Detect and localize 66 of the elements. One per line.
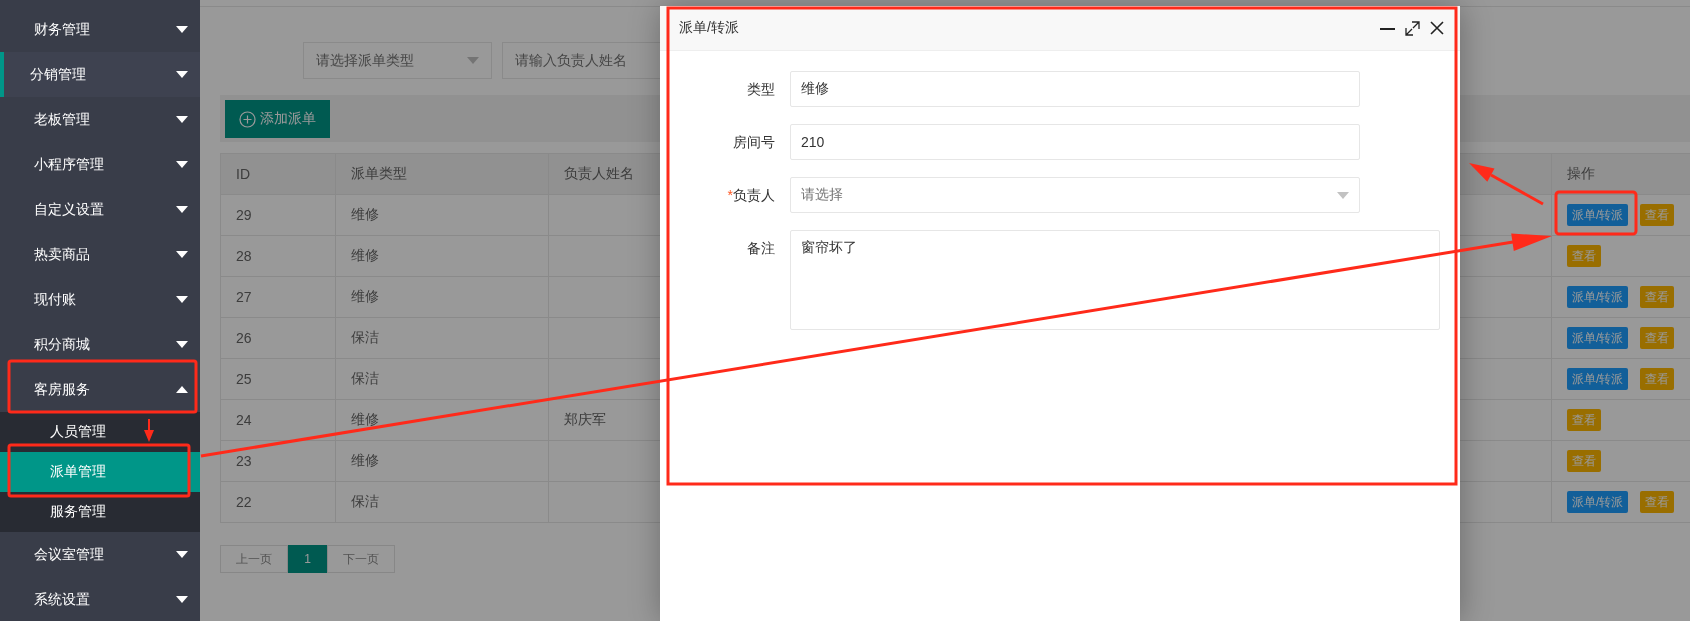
table-cell: 29 (220, 194, 336, 236)
dispatch-button[interactable]: 派单/转派 (1567, 286, 1629, 308)
sidebar-item[interactable]: 老板管理 (0, 97, 200, 142)
caret-icon (176, 596, 188, 603)
modal-title: 派单/转派 (679, 19, 739, 37)
submenu-item[interactable]: 派单管理 (0, 452, 200, 492)
table-cell: 维修 (335, 440, 549, 482)
caret-icon (176, 251, 188, 258)
field-label: 房间号 (732, 133, 776, 152)
plus-circle-icon (239, 110, 256, 128)
sidebar-item[interactable]: 客房服务 (0, 367, 200, 412)
table-cell: 维修 (335, 235, 549, 277)
sidebar-item[interactable]: 分销管理 (0, 52, 200, 97)
column-header: 派单类型 (335, 153, 549, 195)
table-cell: 保洁 (335, 317, 549, 359)
caret-icon (176, 386, 188, 393)
table-cell: 28 (220, 235, 336, 277)
text-field[interactable]: 维修 (790, 71, 1360, 107)
sidebar-item[interactable]: 积分商城 (0, 322, 200, 367)
caret-icon (176, 71, 188, 78)
table-cell: 22 (220, 481, 336, 523)
caret-icon (176, 161, 188, 168)
add-dispatch-button[interactable]: 添加派单 (225, 100, 330, 138)
column-header: ID (220, 153, 336, 195)
sidebar-item[interactable]: 财务管理 (0, 7, 200, 52)
sidebar-item[interactable]: 现付账 (0, 277, 200, 322)
dispatch-button[interactable]: 派单/转派 (1567, 368, 1629, 390)
sidebar-item[interactable]: 会议室管理 (0, 532, 200, 577)
page-number-button[interactable]: 1 (288, 545, 327, 573)
table-cell: 维修 (335, 399, 549, 441)
dispatch-button[interactable]: 派单/转派 (1567, 491, 1629, 513)
caret-icon (176, 296, 188, 303)
field-label: 备注 (746, 239, 776, 258)
close-icon[interactable] (1430, 21, 1444, 35)
caret-icon (176, 116, 188, 123)
caret-icon (176, 341, 188, 348)
table-cell: 24 (220, 399, 336, 441)
sidebar-item[interactable]: 自定义设置 (0, 187, 200, 232)
caret-icon (1337, 191, 1349, 199)
annotation-arrow (144, 418, 154, 442)
remark-textarea[interactable]: 窗帘坏了 (790, 230, 1440, 330)
sidebar-item[interactable]: 热卖商品 (0, 232, 200, 277)
select-field[interactable]: 请选择 (790, 177, 1360, 213)
type-select[interactable]: 请选择派单类型 (303, 42, 492, 79)
table-cell: 26 (220, 317, 336, 359)
table-cell: 保洁 (335, 481, 549, 523)
table-cell: 维修 (335, 194, 549, 236)
dispatch-button[interactable]: 派单/转派 (1567, 204, 1629, 226)
sidebar-item[interactable]: 系统设置 (0, 577, 200, 621)
table-cell: 25 (220, 358, 336, 400)
caret-icon (176, 551, 188, 558)
text-field[interactable]: 210 (790, 124, 1360, 160)
caret-icon (467, 57, 479, 64)
table-cell: 23 (220, 440, 336, 482)
caret-icon (176, 206, 188, 213)
submenu-item[interactable]: 服务管理 (0, 492, 200, 532)
table-cell: 维修 (335, 276, 549, 318)
field-label: 类型 (746, 80, 776, 99)
column-header: 操作 (1551, 153, 1690, 195)
dispatch-button[interactable]: 派单/转派 (1567, 327, 1629, 349)
table-cell: 保洁 (335, 358, 549, 400)
submenu-item[interactable]: 人员管理 (0, 412, 200, 452)
caret-icon (176, 26, 188, 33)
table-cell: 27 (220, 276, 336, 318)
maximize-icon[interactable] (1405, 20, 1420, 36)
sidebar-item[interactable]: 小程序管理 (0, 142, 200, 187)
